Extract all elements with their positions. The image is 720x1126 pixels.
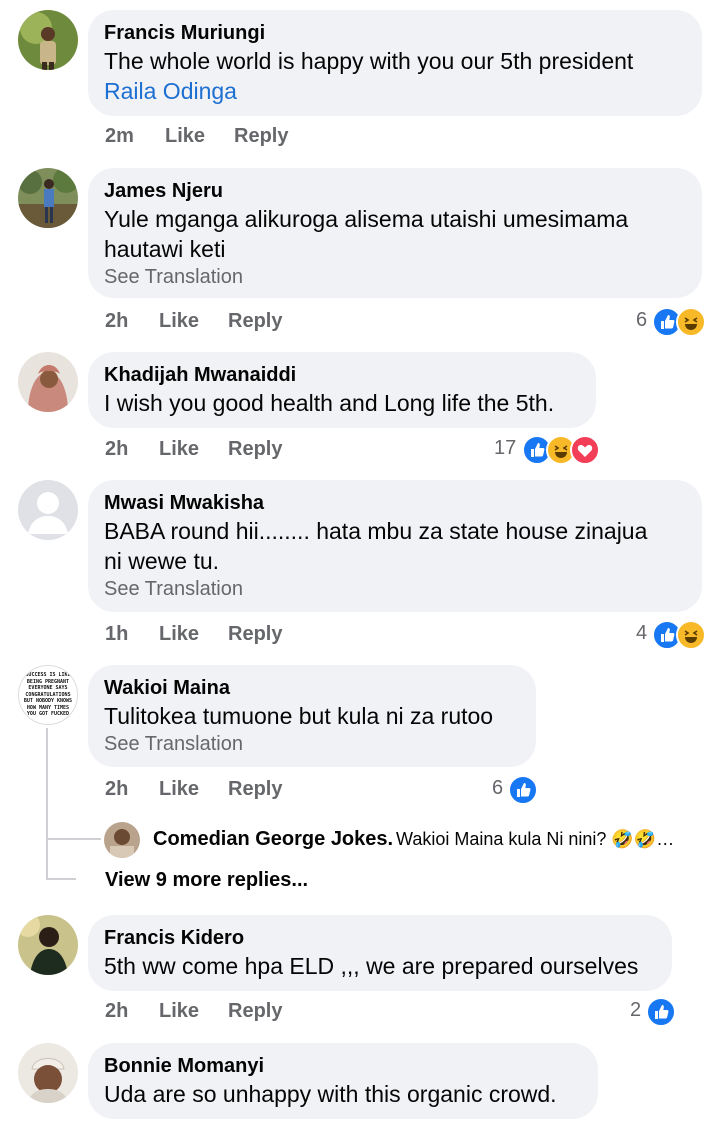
comment-bubble: Francis Muriungi The whole world is happ… — [88, 10, 702, 116]
reaction-count: 4 — [636, 622, 648, 644]
avatar[interactable] — [18, 480, 78, 540]
like-button[interactable]: Like — [159, 310, 199, 333]
comment-text: I wish you good health and Long life the… — [104, 390, 555, 416]
reply-button[interactable]: Reply — [234, 125, 288, 148]
comment-text-line2: hautawi keti — [104, 236, 226, 262]
comment-author[interactable]: Francis Muriungi — [104, 20, 686, 46]
reaction-count: 6 — [636, 309, 648, 331]
comment-text: Tulitokea tumuone but kula ni za rutoo — [104, 703, 494, 729]
like-button[interactable]: Like — [159, 778, 199, 801]
comment-time[interactable]: 2h — [105, 778, 128, 801]
like-button[interactable]: Like — [159, 1000, 199, 1023]
haha-reaction-icon — [676, 307, 706, 337]
reply-button[interactable]: Reply — [228, 1000, 282, 1023]
reply-button[interactable]: Reply — [228, 778, 282, 801]
comment-author[interactable]: Wakioi Maina — [104, 675, 520, 701]
see-translation-link[interactable]: See Translation — [104, 264, 686, 290]
comment-author[interactable]: Bonnie Momanyi — [104, 1053, 582, 1079]
reply-button[interactable]: Reply — [228, 310, 282, 333]
thread-connector — [46, 878, 76, 880]
comment-time[interactable]: 2m — [105, 125, 134, 148]
comment-text-line2: ni wewe tu. — [104, 548, 220, 574]
avatar[interactable]: SUCCESS IS LIKE BEING PREGNANT EVERYONE … — [18, 665, 78, 725]
comment-bubble: Francis Kidero 5th ww come hpa ELD ,,, w… — [88, 915, 672, 991]
avatar-meme-text: SUCCESS IS LIKE BEING PREGNANT EVERYONE … — [23, 672, 73, 717]
comment-bubble: Wakioi Maina Tulitokea tumuone but kula … — [88, 665, 536, 767]
comment-time[interactable]: 1h — [105, 623, 128, 646]
comment-bubble: James Njeru Yule mganga alikuroga alisem… — [88, 168, 702, 298]
comment-bubble: Mwasi Mwakisha BABA round hii........ ha… — [88, 480, 702, 612]
comment-time[interactable]: 2h — [105, 438, 128, 461]
avatar[interactable] — [18, 10, 78, 70]
comment-author[interactable]: Khadijah Mwanaiddi — [104, 362, 580, 388]
comment-author[interactable]: Francis Kidero — [104, 925, 656, 951]
like-button[interactable]: Like — [165, 125, 205, 148]
reaction-count: 2 — [630, 999, 642, 1021]
comment-time[interactable]: 2h — [105, 310, 128, 333]
reply-button[interactable]: Reply — [228, 623, 282, 646]
like-reaction-icon — [646, 997, 676, 1027]
see-translation-link[interactable]: See Translation — [104, 731, 520, 757]
like-button[interactable]: Like — [159, 438, 199, 461]
reaction-summary[interactable]: 4 — [634, 620, 706, 650]
comment-text: BABA round hii........ hata mbu za state… — [104, 518, 648, 544]
reply-avatar[interactable] — [104, 822, 140, 858]
reply-author[interactable]: Comedian George Jokes. — [153, 828, 393, 851]
comment-bubble: Khadijah Mwanaiddi I wish you good healt… — [88, 352, 596, 428]
avatar[interactable] — [18, 1043, 78, 1103]
comment-text: Yule mganga alikuroga alisema utaishi um… — [104, 206, 629, 232]
reaction-count: 17 — [494, 437, 517, 459]
reaction-summary[interactable]: 2 — [630, 997, 676, 1027]
thread-line — [46, 728, 48, 878]
reaction-summary[interactable]: 6 — [492, 775, 538, 805]
reply-preview[interactable]: Comedian George Jokes. Wakioi Maina kula… — [104, 822, 704, 858]
avatar[interactable] — [18, 915, 78, 975]
see-translation-link[interactable]: See Translation — [104, 576, 686, 602]
comment-author[interactable]: Mwasi Mwakisha — [104, 490, 686, 516]
like-button[interactable]: Like — [159, 623, 199, 646]
like-reaction-icon — [508, 775, 538, 805]
comment-author[interactable]: James Njeru — [104, 178, 686, 204]
comment-bubble: Bonnie Momanyi Uda are so unhappy with t… — [88, 1043, 598, 1119]
avatar[interactable] — [18, 168, 78, 228]
avatar[interactable] — [18, 352, 78, 412]
reaction-count: 6 — [492, 777, 504, 799]
thread-connector — [46, 838, 101, 840]
view-more-replies-link[interactable]: View 9 more replies... — [105, 869, 308, 892]
comment-text: 5th ww come hpa ELD ,,, we are prepared … — [104, 953, 639, 979]
haha-reaction-icon — [676, 620, 706, 650]
love-reaction-icon — [570, 435, 600, 465]
comment-text: The whole world is happy with you our 5t… — [104, 48, 634, 74]
reaction-summary[interactable]: 17 — [494, 435, 600, 465]
reaction-summary[interactable]: 6 — [634, 307, 706, 337]
comment-time[interactable]: 2h — [105, 1000, 128, 1023]
reply-text: Wakioi Maina kula Ni nini? 🤣🤣… — [396, 829, 675, 849]
reply-button[interactable]: Reply — [228, 438, 282, 461]
mention-link[interactable]: Raila Odinga — [104, 76, 686, 106]
comment-text: Uda are so unhappy with this organic cro… — [104, 1081, 557, 1107]
